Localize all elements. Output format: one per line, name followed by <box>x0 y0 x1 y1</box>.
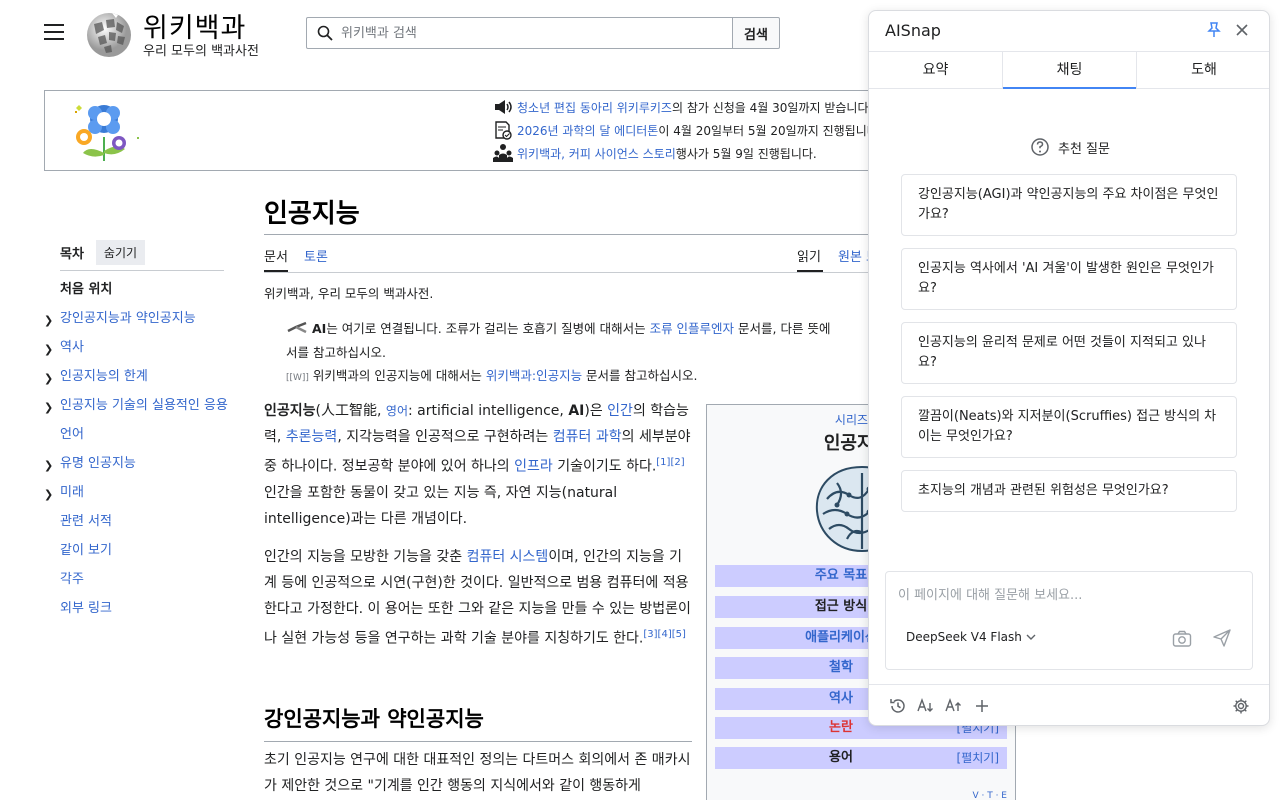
notice-banner: 청소년 편집 동아리 위키루키즈 의 참가 신청을 4월 30일까지 받습니다. … <box>44 90 1004 171</box>
intro-paragraph-2: 인간의 지능을 모방한 기능을 갖춘 컴퓨터 시스템이며, 인간의 지능을 기계… <box>264 549 691 647</box>
notice-link[interactable]: 위키백과, 커피 사이언스 스토리 <box>517 145 676 162</box>
toc-item[interactable]: ❯ 유명 인공지능 <box>44 455 230 472</box>
tab-diagram[interactable]: 도해 <box>1137 52 1269 88</box>
toc-item[interactable]: 언어 <box>44 426 230 443</box>
send-icon[interactable] <box>1212 628 1232 648</box>
panel-footer-toolbar <box>869 684 1269 725</box>
suggested-question[interactable]: 인공지능의 윤리적 문제로 어떤 것들이 지적되고 있나요? <box>901 322 1237 384</box>
site-tagline: 우리 모두의 백과사전 <box>143 44 259 59</box>
megaphone-icon <box>495 100 512 114</box>
intro-paragraph-1: 인공지능(人工智能, 영어: artificial intelligence, … <box>264 403 691 527</box>
help-circle-icon <box>1031 138 1049 156</box>
toc-list: 처음 위치 ❯ 강인공지능과 약인공지능 ❯ 역사 ❯ 인공지능의 한계 ❯ 인공지능 … <box>44 281 230 629</box>
history-icon[interactable] <box>889 697 907 715</box>
tab-chat[interactable]: 채팅 <box>1003 52 1137 89</box>
flower-mascot-logo <box>75 105 139 161</box>
chat-input-box: DeepSeek V4 Flash <box>885 571 1253 670</box>
notice-link[interactable]: 2026년 과학의 달 에디터톤 <box>517 122 658 139</box>
hatnote-link[interactable]: 조류 인플루엔자 <box>650 321 734 336</box>
gear-icon[interactable] <box>1232 697 1250 715</box>
expand-toggle[interactable]: [펼치기] <box>957 747 999 769</box>
recommended-questions-header: 추천 질문 <box>869 137 1269 157</box>
toc-item[interactable]: ❯ 미래 <box>44 484 230 501</box>
infobox-row[interactable]: 용어 [펼치기] <box>715 747 1007 769</box>
search-icon <box>317 25 333 41</box>
model-selector[interactable]: DeepSeek V4 Flash <box>906 630 1036 644</box>
search-input[interactable] <box>341 25 701 41</box>
toc-item[interactable]: 각주 <box>44 571 230 588</box>
document-edit-icon <box>495 121 512 140</box>
chevron-right-icon[interactable]: ❯ <box>44 399 53 416</box>
chevron-right-icon[interactable]: ❯ <box>44 370 53 387</box>
tab-summary[interactable]: 요약 <box>869 52 1003 88</box>
notice-item: 2026년 과학의 달 에디터톤 이 4월 20일부터 5월 20일까지 진행됩니… <box>493 120 878 140</box>
navbox-vte-links[interactable]: V · T · E <box>972 791 1007 800</box>
main-menu-icon[interactable] <box>44 24 64 42</box>
toc-item[interactable]: ❯ 인공지능 기술의 실용적인 응용 <box>44 397 230 414</box>
toc-title: 목차 <box>60 247 84 262</box>
chevron-right-icon[interactable]: ❯ <box>44 341 53 358</box>
tab-talk[interactable]: 토론 <box>304 246 328 265</box>
notice-item: 청소년 편집 동아리 위키루키즈 의 참가 신청을 4월 30일까지 받습니다. <box>493 97 872 117</box>
suggested-question[interactable]: 강인공지능(AGI)과 약인공지능의 주요 차이점은 무엇인가요? <box>901 174 1237 236</box>
chevron-right-icon[interactable]: ❯ <box>44 312 53 329</box>
toc-item[interactable]: 같이 보기 <box>44 542 230 559</box>
aisnap-panel: AISnap 요약 채팅 도해 추천 질문 강인공지능(AGI)과 약인공지능의… <box>868 10 1270 726</box>
toc-item[interactable]: 외부 링크 <box>44 600 230 617</box>
section-paragraph: 초기 인공지능 연구에 대한 대표적인 정의는 다트머스 회의에서 존 매카시가… <box>264 752 691 794</box>
hatnote-project: [[W]] 위키백과의 인공지능에 대해서는 위키백과:인공지능 문서를 참고하… <box>286 368 698 383</box>
close-icon[interactable] <box>1233 21 1251 39</box>
toc-item[interactable]: ❯ 강인공지능과 약인공지능 <box>44 310 230 327</box>
section-divider <box>264 741 692 742</box>
suggested-question[interactable]: 인공지능 역사에서 'AI 겨울'이 발생한 원인은 무엇인가요? <box>901 248 1237 310</box>
toc-item-top[interactable]: 처음 위치 <box>44 281 230 298</box>
hatnote-link[interactable]: 위키백과:인공지능 <box>486 368 582 383</box>
chevron-right-icon[interactable]: ❯ <box>44 486 53 503</box>
chevron-down-icon <box>1026 634 1036 640</box>
notice-item: 위키백과, 커피 사이언스 스토리 행사가 5월 9일 진행됩니다. <box>493 143 817 163</box>
users-group-icon <box>493 144 513 162</box>
tab-read[interactable]: 읽기 <box>797 246 821 265</box>
section-heading: 강인공지능과 약인공지능 <box>264 706 484 731</box>
tab-article[interactable]: 문서 <box>264 246 288 265</box>
pin-icon[interactable] <box>1205 21 1223 39</box>
toc-header: 목차 숨기기 <box>60 240 146 265</box>
increase-font-icon[interactable] <box>945 697 963 715</box>
toc-item[interactable]: 관련 서적 <box>44 513 230 530</box>
disambiguation-icon <box>287 321 307 334</box>
hatnote-disambiguation: AI는 여기로 연결됩니다. 조류가 걸리는 호흡기 질병에 대해서는 조류 인… <box>286 321 831 360</box>
search-button[interactable]: 검색 <box>732 17 780 49</box>
wikipedia-globe-logo[interactable] <box>84 10 134 58</box>
suggested-question[interactable]: 깔끔이(Neats)와 지저분이(Scruffies) 접근 방식의 차이는 무… <box>901 396 1237 458</box>
page-title: 인공지능 <box>264 199 360 229</box>
search-field[interactable] <box>306 17 733 49</box>
notice-link[interactable]: 청소년 편집 동아리 위키루키즈 <box>517 99 672 116</box>
camera-icon[interactable] <box>1172 630 1192 648</box>
chevron-right-icon[interactable]: ❯ <box>44 457 53 474</box>
toc-hide-button[interactable]: 숨기기 <box>95 240 146 265</box>
panel-title: AISnap <box>885 21 941 40</box>
wikipedia-w-icon: [[W]] <box>286 373 309 383</box>
toc-item[interactable]: ❯ 역사 <box>44 339 230 356</box>
plus-icon[interactable] <box>973 697 991 715</box>
decrease-font-icon[interactable] <box>917 697 935 715</box>
toc-divider <box>60 270 224 271</box>
toc-item[interactable]: ❯ 인공지능의 한계 <box>44 368 230 385</box>
site-subtitle: 위키백과, 우리 모두의 백과사전. <box>264 286 434 301</box>
chat-input[interactable] <box>898 584 1238 608</box>
suggested-question[interactable]: 초지능의 개념과 관련된 위험성은 무엇인가요? <box>901 470 1237 512</box>
panel-tabs: 요약 채팅 도해 <box>869 51 1269 89</box>
